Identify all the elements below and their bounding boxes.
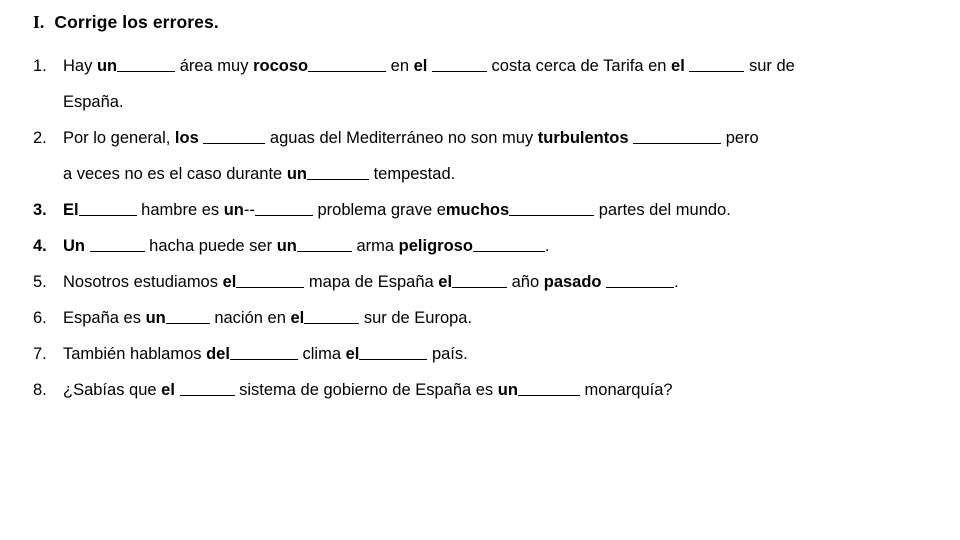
answer-blank[interactable] [304,310,360,324]
answer-blank[interactable] [517,382,580,396]
sentence-text: . [674,273,679,291]
highlighted-word: peligroso [398,237,473,255]
item-number: 4. [33,237,47,255]
answer-blank[interactable] [229,346,298,360]
sentence-text: También hablamos [63,345,207,363]
sentence-text: a veces no es el caso durante [63,165,287,183]
sentence-text: problema grave e [312,201,446,219]
highlighted-word: turbulentos [537,129,629,147]
answer-blank[interactable] [633,130,722,144]
sentence-text: Hay [63,57,97,75]
sentence-text: partes del mundo. [594,201,731,219]
highlighted-word: un [497,381,518,399]
highlighted-word: Un [63,237,85,255]
answer-blank[interactable] [509,202,595,216]
sentence-text: año [507,273,544,291]
exercise-item-2: 2. Por lo general, los aguas del Mediterr… [33,128,759,148]
highlighted-word: El [63,201,79,219]
sentence-text: hacha puede ser [144,237,277,255]
exercise-item-2-continuation: a veces no es el caso durante un tempest… [63,164,455,184]
sentence-text: tempestad. [368,165,456,183]
sentence-text: hambre es [136,201,224,219]
highlighted-word: un [276,237,297,255]
answer-blank[interactable] [308,58,387,72]
item-number: 3. [33,201,47,219]
highlighted-word: el [438,273,453,291]
item-number: 2. [33,129,47,147]
exercise-item-4: 4. Un hacha puede ser un arma peligroso. [33,236,550,256]
sentence-text: mapa de España [304,273,439,291]
highlighted-word: los [174,129,199,147]
sentence-text: pero [721,129,759,147]
worksheet-page: I. Corrige los errores. 1. Hay un área muy… [0,0,960,540]
item-number: 5. [33,273,47,291]
sentence-text: aguas del Mediterráneo no son muy [265,129,538,147]
sentence-text: sistema de gobierno de España es [234,381,498,399]
sentence-text: -- [243,201,255,219]
highlighted-word: rocoso [253,57,309,75]
highlighted-word: un [96,57,118,75]
sentence-text: . [544,237,550,255]
answer-blank[interactable] [606,274,675,288]
answer-blank[interactable] [452,274,508,288]
sentence-text: país. [427,345,468,363]
sentence-text: España es [63,309,146,327]
sentence-text: sur de Europa. [359,309,473,327]
exercise-item-7: 7. También hablamos del clima el país. [33,344,468,364]
highlighted-word: un [145,309,166,327]
answer-blank[interactable] [472,238,545,252]
answer-blank[interactable] [431,58,487,72]
answer-blank[interactable] [296,238,352,252]
answer-blank[interactable] [89,238,145,252]
sentence-text: arma [351,237,399,255]
highlighted-word: el [222,273,237,291]
highlighted-word: el [345,345,360,363]
sentence-text: área muy [175,57,254,75]
sentence-text: en [386,57,414,75]
highlighted-word: el [290,309,305,327]
answer-blank[interactable] [117,58,176,72]
highlighted-word: un [286,165,307,183]
item-number: 7. [33,345,47,363]
section-heading-text: Corrige los errores. [54,12,219,32]
highlighted-word: del [206,345,230,363]
answer-blank[interactable] [165,310,210,324]
sentence-text: sur de [744,57,795,75]
highlighted-word: muchos [445,201,510,219]
sentence-text: costa cerca de Tarifa en [486,57,672,75]
answer-blank[interactable] [179,382,235,396]
sentence-text: Nosotros estudiamos [63,273,223,291]
section-heading: I. Corrige los errores. [33,12,219,33]
item-number: 6. [33,309,47,327]
item-number: 1. [33,57,47,75]
exercise-item-1: 1. Hay un área muy rocoso en el costa cer… [33,56,795,76]
exercise-item-1-continuation: España. [63,92,124,112]
sentence-text: monarquía? [579,381,673,399]
highlighted-word: el [161,381,175,399]
highlighted-word: pasado [543,273,602,291]
item-number: 8. [33,381,47,399]
sentence-text: ¿Sabías que [63,381,162,399]
answer-blank[interactable] [254,202,313,216]
sentence-text: clima [297,345,346,363]
answer-blank[interactable] [306,166,369,180]
exercise-item-8: 8. ¿Sabías que el sistema de gobierno de … [33,380,673,400]
section-numeral: I. [33,12,45,32]
answer-blank[interactable] [78,202,137,216]
sentence-text: España. [63,93,124,111]
exercise-item-6: 6. España es un nación en el sur de Europ… [33,308,472,328]
answer-blank[interactable] [203,130,266,144]
exercise-item-5: 5. Nosotros estudiamos el mapa de España … [33,272,679,292]
highlighted-word: el [413,57,428,75]
highlighted-word: el [671,57,685,75]
answer-blank[interactable] [359,346,428,360]
sentence-text: Por lo general, [63,129,175,147]
answer-blank[interactable] [236,274,305,288]
highlighted-word: un [223,201,244,219]
exercise-item-3: 3. El hambre es un-- problema grave emuch… [33,200,731,220]
sentence-text: nación en [209,309,291,327]
answer-blank[interactable] [689,58,745,72]
